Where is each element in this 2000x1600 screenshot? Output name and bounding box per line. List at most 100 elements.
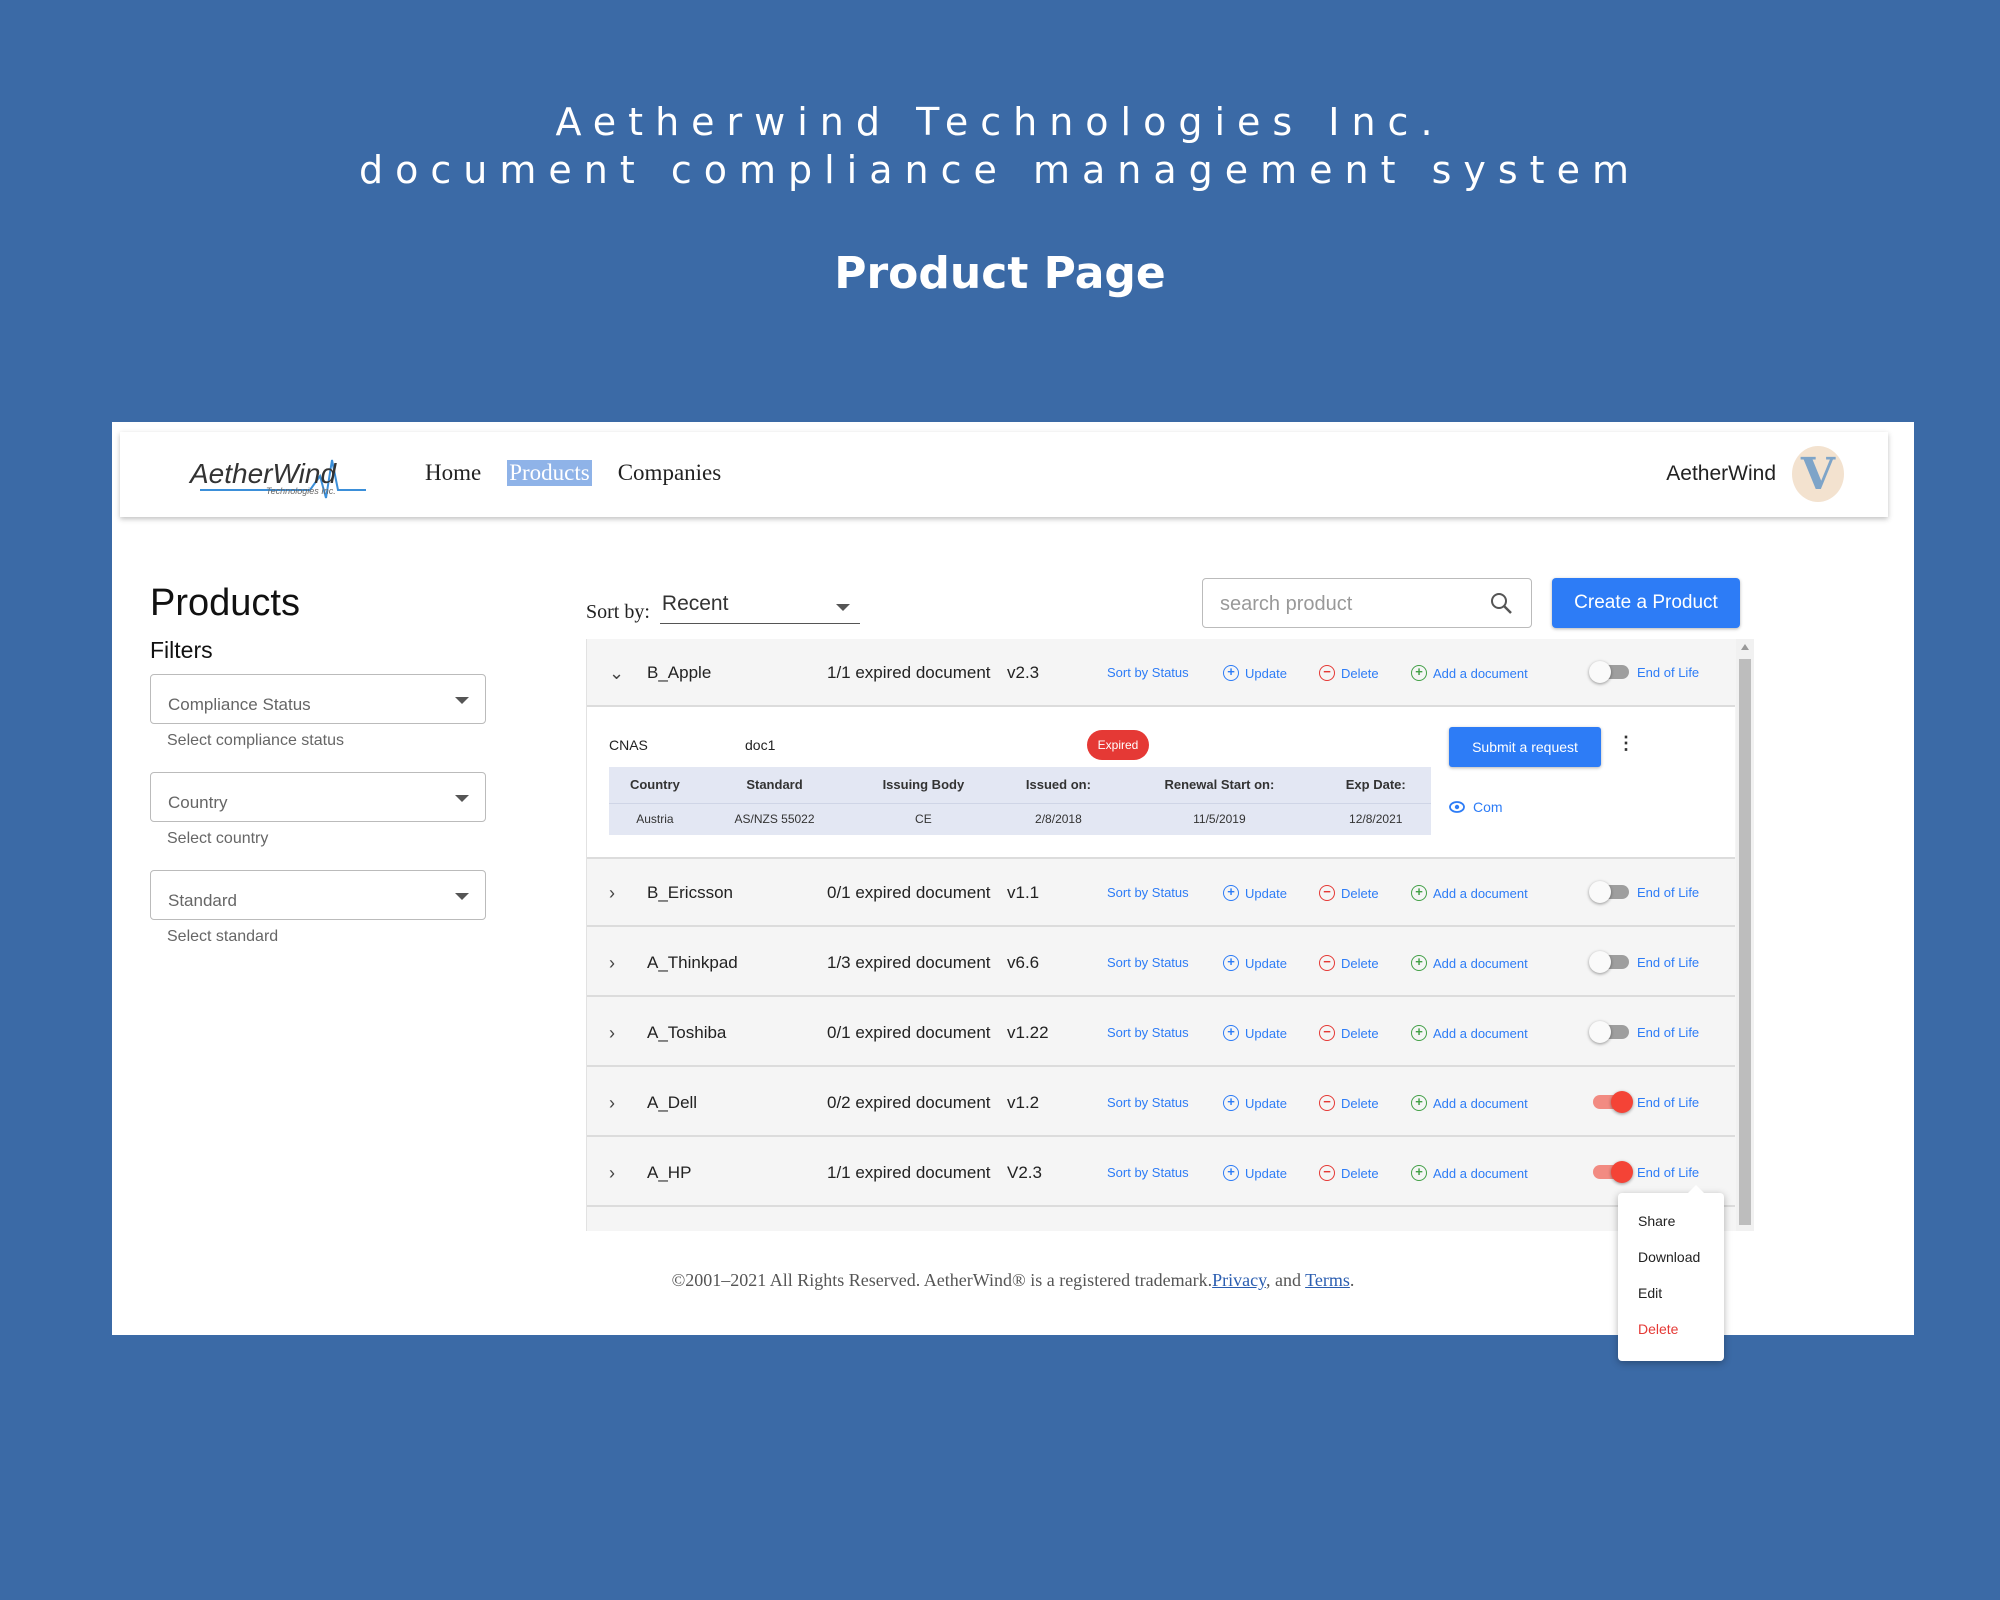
add-document-button[interactable]: + Add a document xyxy=(1411,1095,1528,1111)
scrollbar-thumb[interactable] xyxy=(1739,659,1751,1225)
privacy-link[interactable]: Privacy xyxy=(1212,1270,1266,1290)
update-button[interactable]: + Update xyxy=(1223,1095,1287,1111)
end-of-life-toggle[interactable] xyxy=(1593,1091,1633,1113)
standard-select[interactable]: Standard xyxy=(150,870,486,920)
update-button[interactable]: + Update xyxy=(1223,1025,1287,1041)
action-label: Delete xyxy=(1341,955,1379,971)
delete-button[interactable]: − Delete xyxy=(1319,1165,1379,1181)
nav-products[interactable]: Products xyxy=(507,460,592,486)
logo[interactable]: AetherWind Technologies Inc. xyxy=(190,446,370,500)
end-of-life-label: End of Life xyxy=(1637,885,1700,900)
nav-home[interactable]: Home xyxy=(425,460,481,486)
plus-circle-icon: + xyxy=(1411,955,1427,971)
product-row[interactable]: › A_Toshiba 0/1 expired document v1.22 Sort … xyxy=(587,999,1735,1067)
plus-circle-icon: + xyxy=(1223,1025,1239,1041)
product-row[interactable]: › A_Thinkpad 1/3 expired document v6.6 Sort … xyxy=(587,929,1735,997)
expired-count: 0/1 expired document xyxy=(827,1023,991,1042)
menu-arrow xyxy=(1688,1185,1704,1193)
delete-button[interactable]: − Delete xyxy=(1319,1025,1379,1041)
sort-by-status-link[interactable]: Sort by Status xyxy=(1107,1165,1189,1180)
product-list: ⌄ B_Apple 1/1 expired document v2.3 Sort by … xyxy=(586,639,1754,1231)
delete-button[interactable]: − Delete xyxy=(1319,885,1379,901)
terms-link[interactable]: Terms xyxy=(1305,1270,1350,1290)
product-row[interactable]: ⌄ B_Apple 1/1 expired document v2.3 Sort by … xyxy=(587,639,1735,707)
end-of-life-label: End of Life xyxy=(1637,1095,1700,1110)
col-issuing-body: Issuing Body xyxy=(882,777,965,793)
country-label: Country xyxy=(168,793,228,812)
end-of-life-toggle[interactable] xyxy=(1589,661,1629,683)
submit-request-button[interactable]: Submit a request xyxy=(1449,727,1601,767)
minus-circle-icon: − xyxy=(1319,1095,1335,1111)
expanded-product-panel: CNAS doc1 Expired Country Standard Issui… xyxy=(587,707,1735,859)
action-label: Update xyxy=(1245,1165,1287,1181)
chevron-right-icon[interactable]: › xyxy=(609,883,615,904)
toggle-knob xyxy=(1611,1091,1633,1113)
end-of-life-toggle[interactable] xyxy=(1593,1161,1633,1183)
product-name: B_Ericsson xyxy=(647,883,733,902)
end-of-life-toggle[interactable] xyxy=(1589,881,1629,903)
compliance-status-select[interactable]: Compliance Status xyxy=(150,674,486,724)
avatar[interactable]: V xyxy=(1792,446,1844,502)
plus-circle-icon: + xyxy=(1223,1165,1239,1181)
add-document-button[interactable]: + Add a document xyxy=(1411,1025,1528,1041)
plus-circle-icon: + xyxy=(1223,1095,1239,1111)
chevron-right-icon[interactable]: › xyxy=(609,1163,615,1184)
expired-count: 1/1 expired document xyxy=(827,663,991,682)
update-button[interactable]: + Update xyxy=(1223,955,1287,971)
add-document-button[interactable]: + Add a document xyxy=(1411,665,1528,681)
menu-item-share[interactable]: Share xyxy=(1638,1213,1675,1229)
more-options-icon[interactable]: ⋮ xyxy=(1617,733,1635,754)
minus-circle-icon: − xyxy=(1319,1165,1335,1181)
sort-by-status-link[interactable]: Sort by Status xyxy=(1107,665,1189,680)
add-document-button[interactable]: + Add a document xyxy=(1411,955,1528,971)
scrollbar[interactable] xyxy=(1736,639,1754,1231)
toggle-knob xyxy=(1589,661,1611,683)
search-icon[interactable] xyxy=(1489,591,1513,615)
plus-circle-icon: + xyxy=(1223,885,1239,901)
product-row[interactable]: › A_Dell 0/2 expired document v1.2 Sort by S… xyxy=(587,1069,1735,1137)
search-input[interactable]: search product xyxy=(1202,578,1532,628)
sort-by-status-link[interactable]: Sort by Status xyxy=(1107,1095,1189,1110)
certifying-body: CNAS xyxy=(609,737,648,753)
cell-issued-on: 2/8/2018 xyxy=(998,802,1119,835)
plus-circle-icon: + xyxy=(1411,1165,1427,1181)
sort-by-status-link[interactable]: Sort by Status xyxy=(1107,1025,1189,1040)
create-product-button[interactable]: Create a Product xyxy=(1552,578,1740,628)
product-version: v1.1 xyxy=(1007,883,1040,902)
product-version: v6.6 xyxy=(1007,953,1040,972)
delete-button[interactable]: − Delete xyxy=(1319,955,1379,971)
end-of-life-label: End of Life xyxy=(1637,1025,1700,1040)
end-of-life-toggle[interactable] xyxy=(1589,1021,1629,1043)
product-row[interactable]: › B_Ericsson 0/1 expired document v1.1 Sort … xyxy=(587,859,1735,927)
sort-select[interactable]: Recent xyxy=(659,592,860,624)
menu-item-download[interactable]: Download xyxy=(1638,1249,1700,1265)
add-document-button[interactable]: + Add a document xyxy=(1411,1165,1528,1181)
expired-count: 1/1 expired document xyxy=(827,1163,991,1182)
update-button[interactable]: + Update xyxy=(1223,1165,1287,1181)
country-select[interactable]: Country xyxy=(150,772,486,822)
action-label: Delete xyxy=(1341,1095,1379,1111)
chevron-right-icon[interactable]: › xyxy=(609,1093,615,1114)
sort-by-status-link[interactable]: Sort by Status xyxy=(1107,955,1189,970)
chevron-right-icon[interactable]: › xyxy=(609,953,615,974)
chevron-down-icon[interactable]: ⌄ xyxy=(609,663,624,684)
delete-button[interactable]: − Delete xyxy=(1319,665,1379,681)
add-document-button[interactable]: + Add a document xyxy=(1411,885,1528,901)
comments-link[interactable]: Com xyxy=(1449,799,1503,815)
delete-button[interactable]: − Delete xyxy=(1319,1095,1379,1111)
scroll-up-icon[interactable] xyxy=(1741,644,1749,650)
end-of-life-toggle[interactable] xyxy=(1589,951,1629,973)
product-row[interactable]: › A_HP 1/1 expired document V2.3 Sort by Sta… xyxy=(587,1139,1735,1207)
chevron-right-icon[interactable]: › xyxy=(609,1023,615,1044)
expired-count: 1/3 expired document xyxy=(827,953,991,972)
expired-count: 0/2 expired document xyxy=(827,1093,991,1112)
update-button[interactable]: + Update xyxy=(1223,665,1287,681)
user-menu[interactable]: AetherWind V xyxy=(1666,446,1844,502)
update-button[interactable]: + Update xyxy=(1223,885,1287,901)
nav-companies[interactable]: Companies xyxy=(618,460,722,486)
menu-item-delete[interactable]: Delete xyxy=(1638,1321,1678,1337)
sort-label: Sort by: xyxy=(586,601,650,623)
action-label: Add a document xyxy=(1433,665,1528,681)
sort-value: Recent xyxy=(661,592,729,615)
sort-by-status-link[interactable]: Sort by Status xyxy=(1107,885,1189,900)
